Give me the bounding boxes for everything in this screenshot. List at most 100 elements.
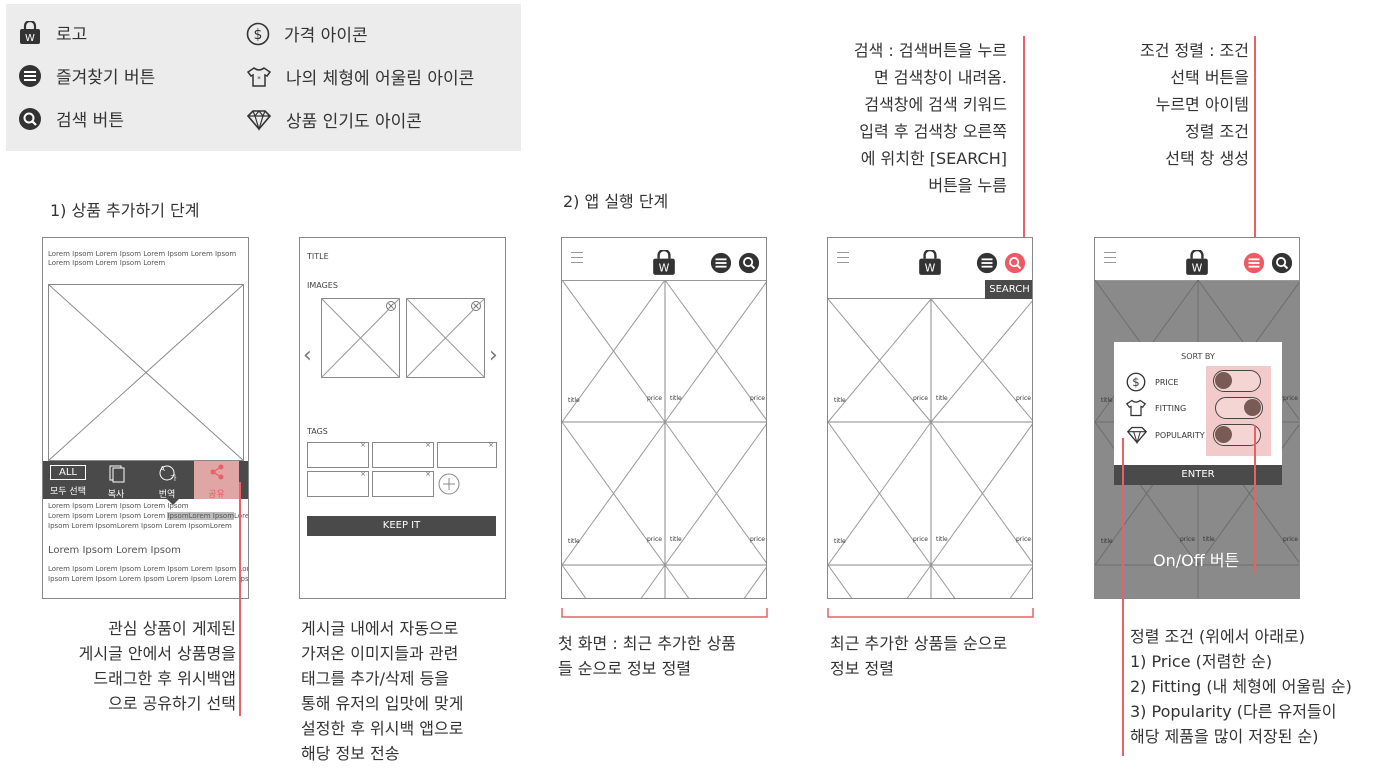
desc-line: 정렬 조건 (위에서 아래로) — [1130, 627, 1305, 646]
svg-text:가: 가 — [170, 473, 177, 482]
item-title: title — [670, 536, 682, 543]
diamond-icon — [246, 109, 272, 131]
item-title: title — [936, 536, 948, 543]
item-price: price — [647, 395, 662, 402]
next-arrow-icon[interactable]: › — [489, 343, 498, 368]
tshirt-icon — [1125, 399, 1147, 417]
share-button[interactable]: 공유 — [194, 461, 239, 500]
item-title: title — [1203, 536, 1215, 543]
svg-text:$: $ — [1132, 375, 1139, 389]
search-icon[interactable] — [738, 252, 760, 274]
search-submit-button[interactable]: SEARCH — [985, 280, 1032, 299]
item-price: price — [1283, 395, 1298, 402]
step2-title: 2) 앱 실행 단계 — [563, 192, 669, 211]
item-title: title — [834, 538, 846, 545]
desc-line: 설정한 후 위시백 앱으로 — [301, 719, 464, 738]
translate-icon: A가 — [159, 465, 177, 482]
price-toggle[interactable] — [1213, 370, 1261, 392]
legend-favorite-label: 즐겨찾기 버튼 — [56, 68, 156, 88]
keep-it-button[interactable]: KEEP IT — [307, 516, 496, 536]
dollar-icon: $ — [246, 22, 270, 45]
note-line: 선택 버튼을 — [1170, 68, 1249, 87]
legend-logo: W 로고 — [18, 20, 87, 45]
share-screen: Lorem Ipsom Lorem Ipsom Lorem Ipsom Lore… — [42, 237, 249, 599]
tag-remove-icon[interactable]: × — [425, 470, 431, 478]
desc-line: 게시글 내에서 자동으로 — [301, 619, 459, 638]
search-input[interactable] — [828, 280, 985, 299]
image-placeholder — [48, 284, 244, 461]
tag-box[interactable]: × — [372, 470, 434, 497]
copy-button[interactable]: 복사 — [93, 465, 139, 500]
search-bracket — [827, 608, 1034, 618]
tag-remove-icon[interactable]: × — [360, 441, 366, 449]
fitting-toggle[interactable] — [1215, 397, 1263, 419]
hamburger-menu-icon[interactable] — [571, 252, 583, 263]
desc-line: 최근 추가한 상품들 순으로 — [830, 634, 1008, 653]
note-line: 검색창에 검색 키워드 — [864, 95, 1007, 114]
image-thumb-1 — [321, 298, 400, 378]
title-label: TITLE — [307, 252, 329, 261]
svg-text:A: A — [160, 465, 165, 473]
item-price: price — [913, 536, 928, 543]
search-icon[interactable] — [1004, 252, 1026, 274]
item-title: title — [670, 395, 682, 402]
favorite-list-icon[interactable] — [976, 252, 998, 274]
search-description: 최근 추가한 상품들 순으로 정보 정렬 — [830, 631, 1060, 681]
favorite-list-icon — [19, 64, 41, 87]
search-screen: W SEARCH title price title price title p… — [827, 237, 1033, 599]
desc-line: 태그를 추가/삭제 등을 — [301, 669, 450, 688]
all-label: ALL — [50, 465, 86, 480]
search-callout-line — [1023, 36, 1025, 258]
desc-line: 으로 공유하기 선택 — [108, 694, 236, 713]
tag-remove-icon[interactable]: × — [488, 441, 494, 449]
svg-text:W: W — [1192, 262, 1203, 275]
tag-box[interactable]: × — [307, 441, 369, 468]
select-all-button[interactable]: ALL 모두 선택 — [47, 465, 89, 497]
sort-fitting-label: FITTING — [1155, 404, 1187, 413]
step1-title: 1) 상품 추가하기 단계 — [50, 201, 200, 220]
note-line: 버튼을 누름 — [928, 176, 1007, 195]
images-label: IMAGES — [307, 281, 338, 290]
desc-line: 해당 정보 전송 — [301, 744, 400, 763]
sort-order-callout-line — [1122, 438, 1124, 756]
tag-box[interactable]: × — [372, 441, 434, 468]
svg-text:*: * — [257, 75, 261, 83]
add-tag-icon[interactable] — [437, 472, 461, 496]
tshirt-icon: * — [246, 66, 272, 87]
favorite-list-icon[interactable] — [1243, 252, 1265, 274]
prev-arrow-icon[interactable]: ‹ — [303, 343, 312, 368]
item-price: price — [1180, 536, 1195, 543]
item-price: price — [1016, 536, 1031, 543]
tag-remove-icon[interactable]: × — [360, 470, 366, 478]
item-price: price — [913, 395, 928, 402]
favorite-list-icon[interactable] — [710, 252, 732, 274]
tag-box[interactable]: × — [307, 470, 369, 497]
edit-screen: TITLE IMAGES ‹ › TAGS × × × × × KEEP IT — [299, 237, 506, 599]
search-icon[interactable] — [1271, 252, 1293, 274]
body-line2-start: Lorem Ipsom Lorem Ipsom Lorem — [48, 512, 168, 520]
hamburger-menu-icon[interactable] — [837, 252, 849, 263]
translate-button[interactable]: A가 번역 — [143, 463, 191, 500]
item-title: title — [1101, 538, 1113, 545]
sort-screen: W title price title price title price SO… — [1094, 237, 1300, 599]
svg-text:W: W — [659, 262, 670, 275]
body-line2-end: Lorem — [234, 512, 249, 520]
hamburger-menu-icon[interactable] — [1104, 252, 1116, 263]
desc-line: 게시글 안에서 상품명을 — [78, 644, 236, 663]
sort-description: 정렬 조건 (위에서 아래로) 1) Price (저렴한 순) 2) Fitt… — [1130, 624, 1380, 749]
sort-price-label: PRICE — [1155, 378, 1179, 387]
note-line: 선택 창 생성 — [1165, 149, 1249, 168]
tag-remove-icon[interactable]: × — [425, 441, 431, 449]
note-line: 면 검색창이 내려옴. — [873, 68, 1007, 87]
tag-box[interactable]: × — [437, 441, 497, 468]
dollar-icon: $ — [1126, 372, 1146, 392]
legend-search: 검색 버튼 — [18, 106, 124, 131]
legend-popularity: 상품 인기도 아이콘 — [246, 107, 422, 132]
bag-logo-icon: W — [20, 20, 40, 44]
share-icon — [210, 464, 224, 480]
body-line2: Lorem Ipsom Lorem Ipsom Lorem IpsomLorem… — [48, 512, 248, 521]
desc-line: 3) Popularity (다른 유저들이 — [1130, 702, 1337, 721]
sort-enter-button[interactable]: ENTER — [1114, 465, 1282, 485]
note-line: 조건 정렬 : 조건 — [1140, 41, 1249, 60]
search-note: 검색 : 검색버튼을 누르 면 검색창이 내려옴. 검색창에 검색 키워드 입력… — [790, 37, 1007, 199]
